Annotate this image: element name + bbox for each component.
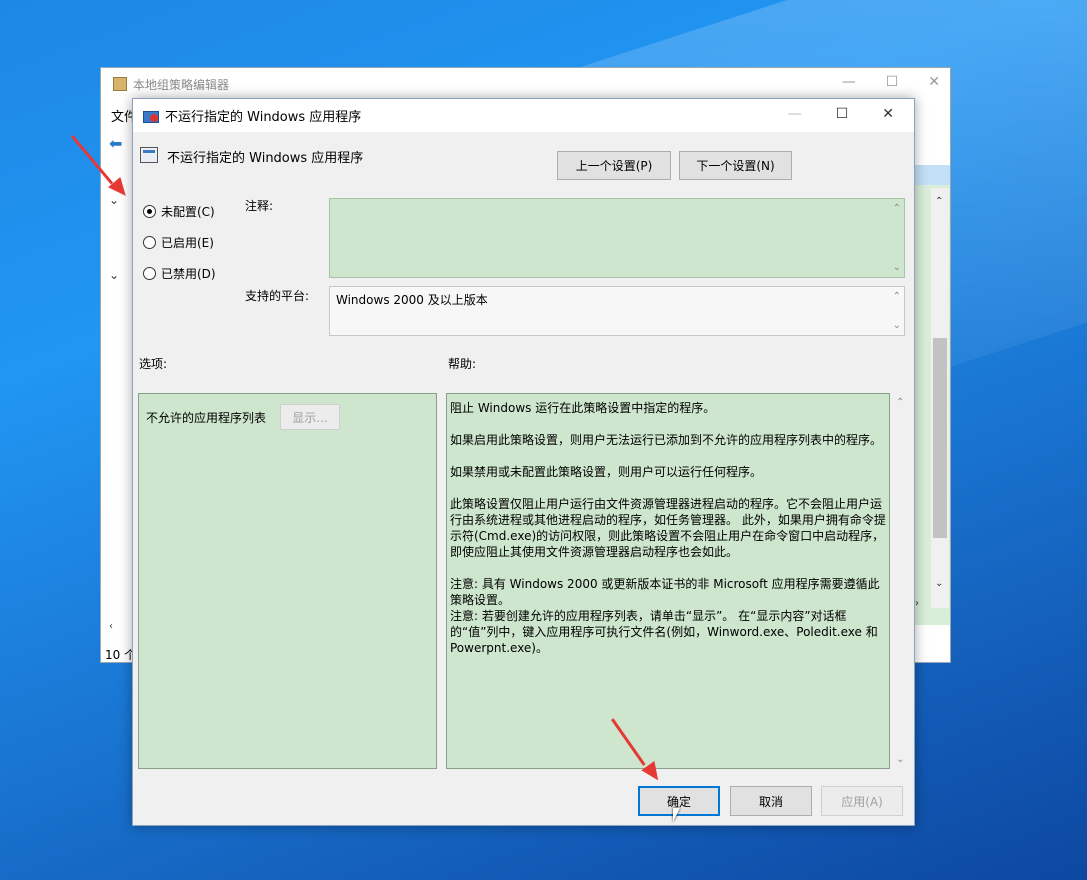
minimize-icon[interactable]: — [842, 74, 856, 90]
next-setting-button[interactable]: 下一个设置(N) [679, 151, 792, 180]
bg-scroll-down-icon[interactable]: ⌄ [935, 578, 943, 589]
bg-scroll-thumb[interactable] [933, 338, 947, 538]
bg-window-title: 本地组策略编辑器 [133, 77, 230, 92]
radio-label: 已启用(E) [161, 236, 214, 250]
maximize-icon[interactable]: ☐ [836, 106, 849, 122]
radio-dot[interactable] [143, 205, 156, 218]
radio-not-configured[interactable]: 未配置(C) [143, 203, 215, 220]
help-paragraph: 注意: 若要创建允许的应用程序列表，请单击“显示”。 在“显示内容”对话框的“值… [450, 609, 878, 655]
help-paragraph: 此策略设置仅阻止用户运行由文件资源管理器进程启动的程序。它不会阻止用户运行由系统… [450, 497, 886, 559]
bg-vertical-scrollbar[interactable] [931, 188, 949, 608]
options-panel: 不允许的应用程序列表 显示... [138, 393, 437, 769]
close-icon[interactable]: ✕ [928, 74, 940, 90]
maximize-icon[interactable]: ☐ [886, 74, 899, 90]
help-paragraph: 注意: 具有 Windows 2000 或更新版本证书的非 Microsoft … [450, 577, 880, 607]
setting-heading: 不运行指定的 Windows 应用程序 [167, 151, 364, 166]
previous-setting-button[interactable]: 上一个设置(P) [557, 151, 671, 180]
setting-icon [140, 147, 158, 163]
mouse-cursor-icon [673, 808, 680, 822]
scroll-up-icon[interactable]: ⌃ [896, 397, 904, 408]
bg-scroll-left-icon[interactable]: ‹ [109, 621, 113, 632]
show-button[interactable]: 显示... [280, 404, 341, 430]
scroll-down-icon[interactable]: ⌄ [893, 320, 901, 331]
scroll-up-icon[interactable]: ⌃ [893, 203, 901, 214]
apply-button[interactable]: 应用(A) [821, 786, 903, 816]
dialog-title: 不运行指定的 Windows 应用程序 [165, 110, 362, 125]
cancel-button[interactable]: 取消 [730, 786, 812, 816]
radio-dot[interactable] [143, 267, 156, 280]
policy-setting-dialog: 不运行指定的 Windows 应用程序 — ☐ ✕ 不运行指定的 Windows… [132, 98, 915, 826]
platform-field: Windows 2000 及以上版本 ⌃ ⌄ [329, 286, 905, 336]
help-scrollbar[interactable]: ⌃ ⌄ [893, 393, 909, 769]
comment-label: 注释: [245, 199, 274, 213]
help-paragraph: 如果启用此策略设置，则用户无法运行已添加到不允许的应用程序列表中的程序。 [450, 433, 883, 447]
back-arrow-icon[interactable]: ⬅ [109, 134, 122, 153]
options-label: 选项: [139, 357, 168, 371]
option-item-label: 不允许的应用程序列表 [146, 410, 267, 425]
radio-disabled[interactable]: 已禁用(D) [143, 265, 216, 282]
bg-scroll-up-icon[interactable]: ⌃ [935, 196, 943, 207]
scroll-down-icon[interactable]: ⌄ [893, 262, 901, 273]
radio-label: 已禁用(D) [161, 267, 216, 281]
help-label: 帮助: [448, 357, 477, 371]
dialog-window-controls: — ☐ ✕ [788, 106, 894, 122]
radio-label: 未配置(C) [161, 205, 215, 219]
bg-window-titlebar: 本地组策略编辑器 [101, 68, 950, 100]
close-icon[interactable]: ✕ [882, 106, 894, 122]
bg-list-header-highlight [912, 165, 950, 185]
bg-scroll-right-icon[interactable]: › [915, 598, 919, 609]
option-disallowed-list: 不允许的应用程序列表 显示... [146, 404, 429, 430]
tree-expand-icon-2[interactable]: ⌄ [109, 268, 119, 282]
platform-label: 支持的平台: [245, 289, 310, 303]
radio-enabled[interactable]: 已启用(E) [143, 234, 214, 251]
help-paragraph: 如果禁用或未配置此策略设置，则用户可以运行任何程序。 [450, 465, 763, 479]
radio-dot[interactable] [143, 236, 156, 249]
scroll-up-icon[interactable]: ⌃ [893, 291, 901, 302]
comment-textarea[interactable]: ⌃ ⌄ [329, 198, 905, 278]
minimize-icon: — [787, 106, 802, 122]
platform-value: Windows 2000 及以上版本 [336, 293, 488, 307]
bg-window-controls: — ☐ ✕ [842, 74, 940, 90]
help-paragraph: 阻止 Windows 运行在此策略设置中指定的程序。 [450, 401, 716, 415]
policy-dialog-icon [143, 109, 159, 123]
policy-editor-icon [113, 77, 127, 91]
scroll-down-icon[interactable]: ⌄ [896, 754, 904, 765]
help-panel: 阻止 Windows 运行在此策略设置中指定的程序。 如果启用此策略设置，则用户… [446, 393, 890, 769]
